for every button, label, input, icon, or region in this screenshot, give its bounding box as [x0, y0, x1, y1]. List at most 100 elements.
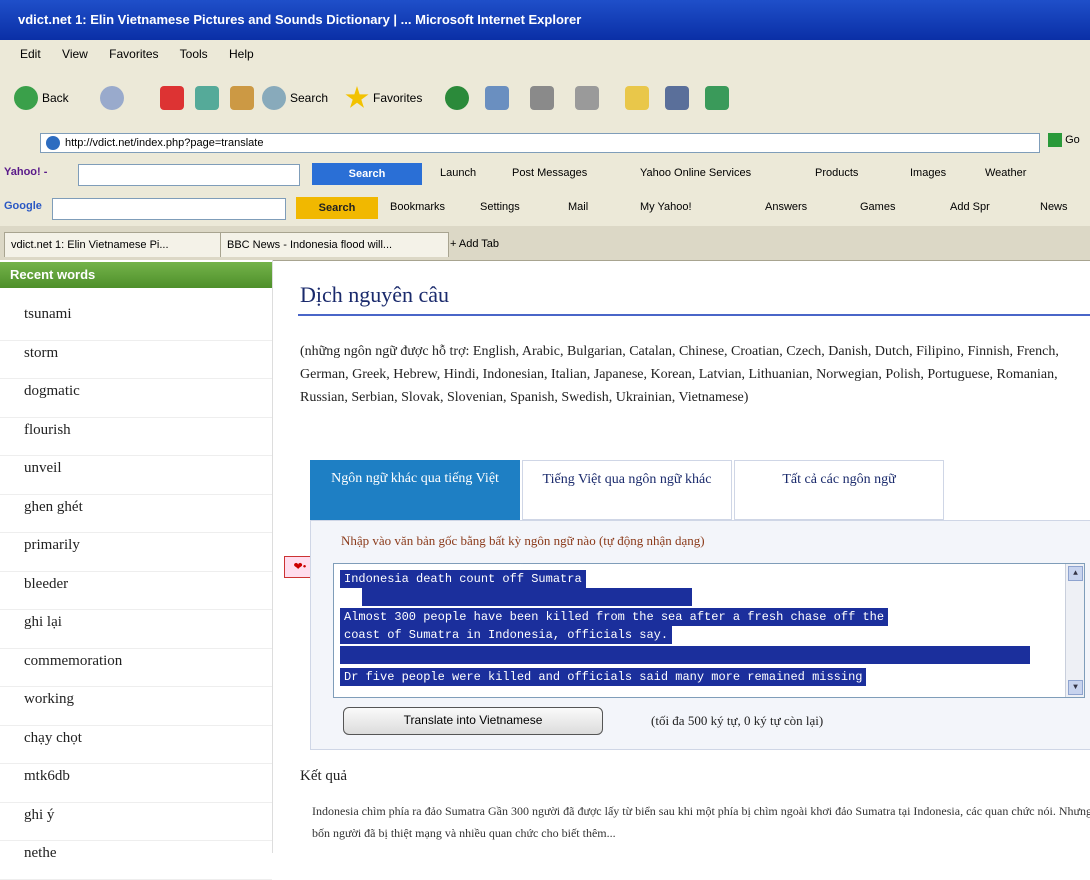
home-icon	[230, 86, 254, 110]
edit-icon	[575, 86, 599, 110]
folder-button[interactable]	[625, 86, 649, 110]
research-icon	[665, 86, 689, 110]
google-add-spr[interactable]: Add Spr	[950, 201, 990, 213]
yahoo-label[interactable]: Yahoo! -	[4, 166, 47, 178]
yahoo-search-button[interactable]: Search	[312, 163, 422, 185]
research-button[interactable]	[665, 86, 689, 110]
selected-text-line: Indonesia death count off Sumatra	[340, 570, 586, 588]
character-limit-note: (tối đa 500 ký tự, 0 ký tự còn lại)	[651, 713, 824, 728]
scroll-down-icon[interactable]: ▼	[1068, 680, 1083, 695]
recent-word[interactable]: dogmatic	[0, 379, 272, 418]
recent-words-heading: Recent words	[0, 262, 272, 288]
recent-word[interactable]: bleeder	[0, 572, 272, 610]
translate-main: Dịch nguyên câu (những ngôn ngữ được hỗ …	[272, 260, 1090, 853]
google-answers[interactable]: Answers	[765, 201, 807, 213]
yahoo-launch[interactable]: Launch	[440, 167, 476, 179]
refresh-icon	[195, 86, 219, 110]
textarea-scrollbar[interactable]: ▲ ▼	[1065, 564, 1084, 697]
translate-form: Nhập vào văn bản gốc bằng bất kỳ ngôn ng…	[310, 520, 1090, 750]
selected-blank-line	[340, 646, 1030, 664]
yahoo-toolbar: Yahoo! - Search Launch Post Messages Yah…	[0, 158, 1090, 192]
recent-word[interactable]: tsunami	[0, 302, 272, 341]
print-icon	[530, 86, 554, 110]
page-title: Dịch nguyên câu	[300, 282, 450, 307]
google-my-yahoo[interactable]: My Yahoo!	[640, 201, 692, 213]
recent-word[interactable]: primarily	[0, 533, 272, 572]
stop-button[interactable]	[160, 86, 184, 110]
yahoo-search-input[interactable]	[78, 164, 300, 186]
home-button[interactable]	[230, 86, 254, 110]
plus-icon: +	[450, 238, 459, 250]
selected-text-line: Dr five people were killed and officials…	[340, 668, 867, 686]
yahoo-online-services[interactable]: Yahoo Online Services	[640, 167, 751, 179]
recent-word[interactable]: ghen ghét	[0, 495, 272, 533]
refresh-button[interactable]	[195, 86, 219, 110]
browser-tab-vdict[interactable]: vdict.net 1: Elin Vietnamese Pi...	[4, 232, 226, 257]
yahoo-products[interactable]: Products	[815, 167, 858, 179]
yahoo-post-messages[interactable]: Post Messages	[512, 167, 587, 179]
selected-text-line: coast of Sumatra in Indonesia, officials…	[340, 626, 673, 644]
address-input[interactable]: http://vdict.net/index.php?page=translat…	[40, 133, 1040, 153]
results-heading: Kết quả	[300, 768, 348, 784]
menu-view[interactable]: View	[62, 47, 88, 61]
yahoo-images[interactable]: Images	[910, 167, 946, 179]
translation-result: Indonesia chìm phía ra đảo Sumatra Gần 3…	[312, 804, 1090, 840]
recent-word[interactable]: ghi ý	[0, 803, 272, 841]
standard-toolbar: Back Search Favorites	[0, 68, 1090, 131]
google-label[interactable]: Google	[4, 200, 42, 212]
menu-favorites[interactable]: Favorites	[109, 47, 158, 61]
print-button[interactable]	[530, 86, 554, 110]
media-button[interactable]	[445, 86, 469, 110]
recent-word[interactable]: chạy chọt	[0, 726, 272, 764]
add-tab-button[interactable]: + Add Tab	[444, 232, 526, 256]
google-news[interactable]: News	[1040, 201, 1068, 213]
menu-tools[interactable]: Tools	[180, 47, 208, 61]
recent-word[interactable]: mtk6db	[0, 764, 272, 803]
recent-words-list: tsunami storm dogmatic flourish unveil g…	[0, 302, 272, 880]
tab-all-languages[interactable]: Tất cả các ngôn ngữ	[734, 460, 944, 520]
favorites-button[interactable]: Favorites	[345, 86, 422, 110]
mail-button[interactable]	[485, 86, 509, 110]
mail-icon	[485, 86, 509, 110]
browser-tab-bbc[interactable]: BBC News - Indonesia flood will...	[220, 232, 449, 257]
recent-word[interactable]: flourish	[0, 418, 272, 456]
google-toolbar: Google Search Bookmarks Settings Mail My…	[0, 192, 1090, 226]
google-bookmarks[interactable]: Bookmarks	[390, 201, 445, 213]
translate-button[interactable]: Translate into Vietnamese	[343, 707, 603, 735]
recent-word[interactable]: working	[0, 687, 272, 726]
google-search-input[interactable]	[52, 198, 286, 220]
supported-languages-note: (những ngôn ngữ được hỗ trợ: English, Ar…	[300, 344, 1059, 405]
yahoo-weather[interactable]: Weather	[985, 167, 1026, 179]
scroll-up-icon[interactable]: ▲	[1068, 566, 1083, 581]
source-text-input[interactable]: Indonesia death count off Sumatra Almost…	[333, 563, 1085, 698]
search-button[interactable]: Search	[262, 86, 328, 110]
google-search-button[interactable]: Search	[296, 197, 378, 219]
google-mail[interactable]: Mail	[568, 201, 588, 213]
messenger-button[interactable]	[705, 86, 729, 110]
window-title-bar: vdict.net 1: Elin Vietnamese Pictures an…	[0, 0, 1090, 40]
translation-direction-tabs: Ngôn ngữ khác qua tiếng Việt Tiếng Việt …	[310, 460, 1090, 520]
tab-vietnamese-to-other[interactable]: Tiếng Việt qua ngôn ngữ khác	[522, 460, 732, 520]
go-button[interactable]: Go	[1048, 133, 1088, 153]
folder-icon	[625, 86, 649, 110]
menu-bar: Edit View Favorites Tools Help	[0, 40, 1090, 68]
input-instruction: Nhập vào văn bản gốc bằng bất kỳ ngôn ng…	[341, 533, 705, 548]
recent-word[interactable]: commemoration	[0, 649, 272, 687]
edit-button[interactable]	[575, 86, 599, 110]
star-icon	[345, 86, 369, 108]
google-settings[interactable]: Settings	[480, 201, 520, 213]
forward-button[interactable]	[100, 86, 124, 110]
back-button[interactable]: Back	[14, 86, 69, 110]
recent-word[interactable]: nethe	[0, 841, 272, 880]
recent-word[interactable]: ghi lại	[0, 610, 272, 649]
ie-page-icon	[46, 136, 60, 150]
menu-help[interactable]: Help	[229, 47, 254, 61]
stop-icon	[160, 86, 184, 110]
title-divider	[298, 314, 1090, 316]
forward-arrow-icon	[100, 86, 124, 110]
recent-word[interactable]: unveil	[0, 456, 272, 495]
menu-edit[interactable]: Edit	[20, 47, 41, 61]
recent-word[interactable]: storm	[0, 341, 272, 379]
tab-other-to-vietnamese[interactable]: Ngôn ngữ khác qua tiếng Việt	[310, 460, 520, 520]
google-games[interactable]: Games	[860, 201, 895, 213]
